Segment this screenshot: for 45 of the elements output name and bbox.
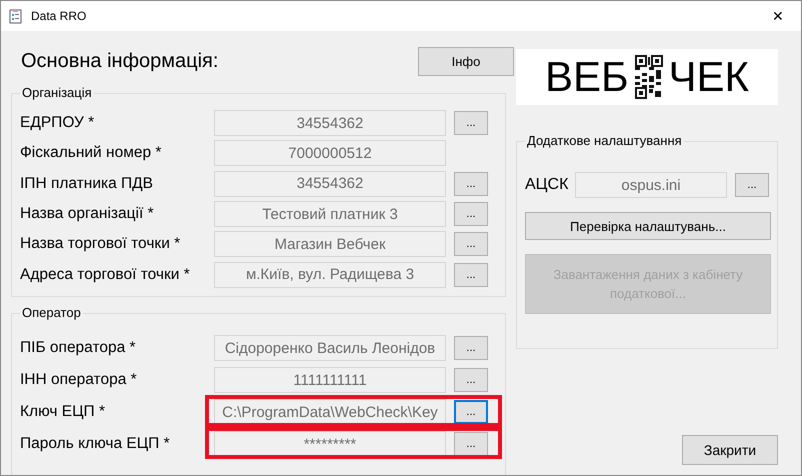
- check-settings-button[interactable]: Перевірка налаштувань...: [525, 212, 771, 240]
- text-field[interactable]: 34554362: [214, 110, 446, 136]
- text-field[interactable]: ospus.ini: [575, 172, 727, 198]
- field-label: Назва торгової точки *: [20, 235, 182, 254]
- window-title: Data RRO: [31, 9, 88, 23]
- close-dialog-button[interactable]: Закрити: [682, 435, 778, 465]
- group-title: Організація: [20, 85, 94, 100]
- group-title: Оператор: [20, 305, 83, 320]
- clipboard-icon: [9, 8, 23, 24]
- logo-text: ЧЕК: [668, 56, 750, 98]
- field-label: ІНН оператора *: [20, 371, 138, 389]
- field-label: АЦСК: [525, 176, 570, 194]
- field-label: Назва організації *: [20, 205, 155, 224]
- browse-button[interactable]: ...: [454, 336, 488, 360]
- field-label: ПІБ оператора *: [20, 339, 137, 357]
- browse-button[interactable]: ...: [454, 400, 488, 424]
- browse-button[interactable]: ...: [454, 432, 488, 456]
- qr-code-icon: [634, 55, 663, 99]
- text-field[interactable]: м.Київ, вул. Радищева 3: [214, 262, 446, 288]
- text-field[interactable]: 34554362: [214, 170, 446, 197]
- browse-button[interactable]: ...: [454, 202, 488, 226]
- field-label: Пароль ключа ЕЦП *: [20, 435, 171, 453]
- browse-button[interactable]: ...: [735, 173, 769, 197]
- section-heading: Основна інформація:: [21, 50, 218, 72]
- text-field[interactable]: 7000000512: [214, 140, 446, 166]
- browse-button[interactable]: ...: [454, 172, 488, 196]
- info-button[interactable]: Інфо: [418, 46, 514, 76]
- text-field[interactable]: Сідороренко Василь Леонідов: [214, 335, 446, 361]
- field-label: Адреса торгової точки *: [20, 266, 191, 284]
- group-title: Додаткове налаштування: [525, 133, 684, 148]
- field-label: ЕДРПОУ *: [20, 114, 96, 132]
- text-field[interactable]: *********: [214, 431, 446, 457]
- browse-button[interactable]: ...: [454, 368, 488, 392]
- text-field[interactable]: Тестовий платник 3: [214, 201, 446, 228]
- field-label: Фіскальний номер *: [20, 144, 162, 162]
- browse-button[interactable]: ...: [454, 111, 488, 136]
- text-field[interactable]: C:\ProgramData\WebCheck\Key: [214, 399, 446, 425]
- field-label: Ключ ЕЦП *: [20, 403, 106, 421]
- browse-button[interactable]: ...: [454, 232, 488, 256]
- text-field[interactable]: 1111111111: [214, 367, 446, 393]
- browse-button[interactable]: ...: [454, 262, 488, 287]
- text-field[interactable]: Магазин Вебчек: [214, 231, 446, 258]
- field-label: ІПН платника ПДВ: [20, 174, 154, 193]
- close-button[interactable]: ✕: [755, 8, 801, 24]
- logo-text: ВЕБ: [544, 56, 629, 98]
